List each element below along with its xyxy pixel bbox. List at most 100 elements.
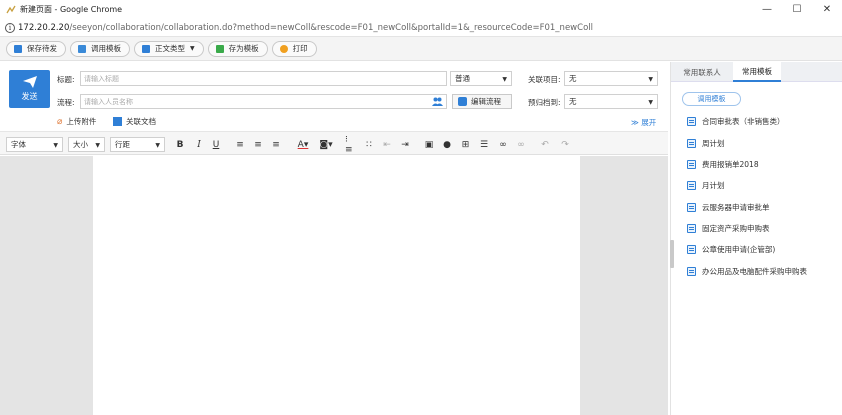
form-icon (687, 159, 696, 169)
align-center-icon[interactable]: ≡ (253, 139, 263, 150)
expand-link[interactable]: ≫ 展开 (631, 117, 656, 128)
upload-attachment-link[interactable]: ⌀ 上传附件 (57, 116, 96, 127)
highlight-color-icon[interactable]: ◙▾ (318, 139, 334, 150)
edit-flow-label: 编辑流程 (471, 97, 501, 106)
call-template-label: 调用模板 (91, 44, 121, 53)
close-icon[interactable]: ✕ (812, 0, 842, 19)
italic-icon[interactable]: I (194, 139, 204, 150)
paper-plane-icon (22, 76, 37, 88)
document-link-icon (113, 117, 122, 126)
template-label: 办公用品及电脑配件采购申购表 (702, 266, 807, 276)
send-button[interactable]: 发送 (9, 70, 50, 108)
template-icon (78, 44, 86, 53)
info-icon[interactable]: i (5, 22, 15, 33)
chevron-down-icon: ▼ (190, 45, 195, 52)
font-color-icon[interactable]: A▾ (295, 139, 311, 150)
archive-value: 无 (569, 97, 577, 106)
template-item[interactable]: 云服务器申请审批单 (687, 201, 770, 213)
ordered-list-icon[interactable]: ⁝≡ (345, 135, 355, 155)
template-label: 费用报销单2018 (702, 159, 759, 169)
print-label: 打印 (292, 44, 308, 53)
url-path: /seeyon/collaboration/collaboration.do?m… (69, 22, 593, 33)
form-icon (687, 244, 696, 254)
indent-icon[interactable]: ⇥ (400, 139, 410, 150)
double-chevron-down-icon: ≫ (631, 118, 639, 127)
template-label: 公章使用申请(企管部) (702, 244, 776, 254)
related-project-value: 无 (569, 74, 577, 83)
expand-label: 展开 (641, 118, 657, 127)
form-icon (687, 266, 696, 276)
related-doc-link[interactable]: 关联文档 (113, 116, 156, 127)
align-right-icon[interactable]: ≡ (271, 139, 281, 150)
call-template-button[interactable]: 调用模板 (70, 40, 130, 57)
right-panel: 常用联系人 常用模板 调用模板 合同审批表（非销售类） 周计划 费用报销单201… (670, 62, 842, 415)
unordered-list-icon[interactable]: ∷ (364, 139, 374, 150)
archive-label: 预归档到: (528, 98, 561, 107)
flow-input[interactable]: 请输入人员名称 (80, 94, 447, 109)
related-project-label: 关联项目: (528, 75, 561, 84)
save-template-icon (215, 44, 224, 53)
subject-input[interactable]: 请输入标题 (80, 71, 447, 86)
save-template-button[interactable]: 存为模板 (207, 40, 268, 57)
template-label: 周计划 (702, 138, 725, 148)
body-type-label: 正文类型 (155, 44, 185, 53)
save-draft-label: 保存待发 (27, 44, 57, 53)
url-text[interactable]: 172.20.2.20/seeyon/collaboration/collabo… (18, 23, 593, 33)
save-draft-button[interactable]: 保存待发 (6, 40, 66, 57)
print-icon (279, 44, 288, 53)
chevron-down-icon: ▼ (155, 142, 160, 149)
flow-placeholder: 请输入人员名称 (84, 97, 133, 106)
chevron-down-icon: ▼ (648, 76, 653, 83)
template-item[interactable]: 固定资产采购申购表 (687, 222, 770, 234)
body-type-button[interactable]: 正文类型 ▼ (134, 40, 204, 57)
template-item[interactable]: 合同审批表（非销售类） (687, 115, 785, 127)
editor-content-area[interactable] (93, 156, 580, 415)
bold-icon[interactable]: B (175, 139, 185, 150)
template-item[interactable]: 周计划 (687, 137, 725, 149)
editor-toolbar: 字体 ▼ 大小 ▼ 行距 ▼ B I U ≡ ≡ ≡ A▾ ◙▾ ⁝≡ ∷ ⇤ … (0, 131, 668, 155)
template-item[interactable]: 月计划 (687, 179, 725, 191)
edit-flow-button[interactable]: 编辑流程 (452, 94, 512, 109)
address-bar[interactable]: i 172.20.2.20/seeyon/collaboration/colla… (0, 19, 842, 37)
page-icon (6, 5, 16, 15)
table-icon[interactable]: ⊞ (460, 139, 471, 150)
image-icon[interactable]: ▣ (424, 139, 434, 150)
font-size-value: 大小 (73, 140, 88, 149)
link-circle-icon[interactable]: ● (442, 139, 452, 150)
template-label: 云服务器申请审批单 (702, 202, 770, 212)
template-item[interactable]: 费用报销单2018 (687, 158, 759, 170)
outdent-icon[interactable]: ⇤ (382, 139, 392, 150)
minimize-icon[interactable]: — (752, 0, 782, 19)
priority-select[interactable]: 普通 ▼ (450, 71, 512, 86)
font-family-value: 字体 (11, 140, 26, 149)
template-item[interactable]: 公章使用申请(企管部) (687, 243, 775, 255)
horizontal-rule-icon[interactable]: ☰ (479, 139, 489, 150)
font-family-select[interactable]: 字体 ▼ (6, 137, 63, 152)
align-left-icon[interactable]: ≡ (235, 139, 245, 150)
tab-common-contacts[interactable]: 常用联系人 (671, 62, 733, 82)
panel-call-template-button[interactable]: 调用模板 (682, 92, 741, 106)
chevron-down-icon: ▼ (95, 142, 100, 149)
font-size-select[interactable]: 大小 ▼ (68, 137, 105, 152)
flow-icon (458, 97, 467, 106)
redo-icon[interactable]: ↷ (560, 139, 570, 150)
tab-common-templates[interactable]: 常用模板 (733, 62, 781, 82)
archive-select[interactable]: 无 ▼ (564, 94, 658, 109)
print-button[interactable]: 打印 (271, 40, 317, 57)
underline-icon[interactable]: U (211, 139, 221, 150)
maximize-icon[interactable]: ☐ (782, 0, 812, 19)
hyperlink-icon[interactable]: ∞ (498, 139, 508, 150)
related-project-select[interactable]: 无 ▼ (564, 71, 658, 86)
undo-icon[interactable]: ↶ (540, 139, 550, 150)
panel-splitter-handle[interactable] (670, 240, 674, 268)
line-spacing-select[interactable]: 行距 ▼ (110, 137, 165, 152)
upload-attachment-label: 上传附件 (66, 117, 97, 126)
line-spacing-value: 行距 (115, 140, 130, 149)
unlink-icon[interactable]: ∞ (516, 139, 526, 150)
save-icon (14, 44, 22, 53)
template-item[interactable]: 办公用品及电脑配件采购申购表 (687, 265, 807, 277)
template-label: 固定资产采购申购表 (702, 223, 770, 233)
people-icon[interactable] (432, 97, 443, 106)
save-template-label: 存为模板 (228, 44, 259, 53)
priority-value: 普通 (455, 74, 470, 83)
